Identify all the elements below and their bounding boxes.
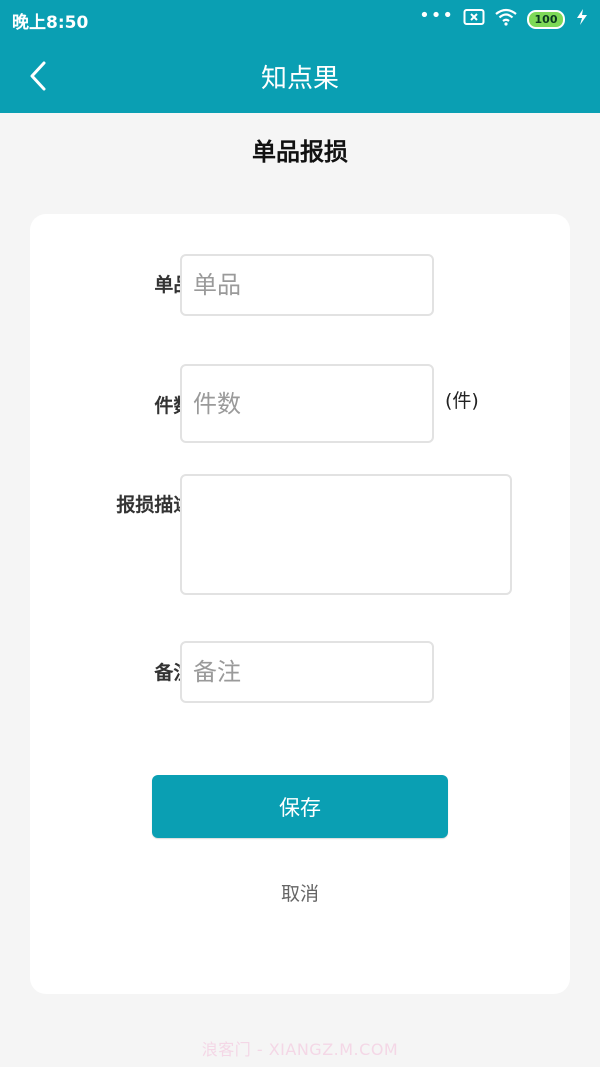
- description-label: 报损描述:: [116, 494, 200, 516]
- battery-icon: 100: [527, 9, 565, 29]
- notification-x-icon: [463, 8, 485, 30]
- status-bar: 晚上8:50 ••• 100: [0, 0, 600, 40]
- wifi-icon: [494, 8, 518, 30]
- watermark: 浪客门 - XIANGZ.M.COM: [201, 1040, 399, 1059]
- app-header: 晚上8:50 ••• 100 知点果: [0, 0, 600, 113]
- description-textarea[interactable]: [180, 474, 512, 595]
- cancel-button[interactable]: 取消: [30, 879, 570, 906]
- page-title: 单品报损: [252, 138, 348, 166]
- save-button[interactable]: 保存: [152, 775, 448, 838]
- remark-input[interactable]: [180, 641, 434, 703]
- remark-label: 备注:: [154, 662, 200, 684]
- form-card: 单品: 件数: (件) 报损描述: 备注: 保存 取消: [30, 214, 570, 994]
- quantity-unit: (件): [445, 390, 479, 412]
- charging-icon: [574, 8, 590, 30]
- app-title: 知点果: [260, 64, 339, 94]
- quantity-label: 件数:: [154, 395, 200, 417]
- status-icons: ••• 100: [419, 7, 590, 31]
- more-dots-icon: •••: [419, 5, 454, 26]
- status-time: 晚上8:50: [12, 13, 89, 33]
- quantity-input[interactable]: [180, 364, 434, 443]
- item-input[interactable]: [180, 254, 434, 316]
- nav-bar: 知点果: [0, 40, 600, 113]
- item-label: 单品:: [154, 274, 200, 296]
